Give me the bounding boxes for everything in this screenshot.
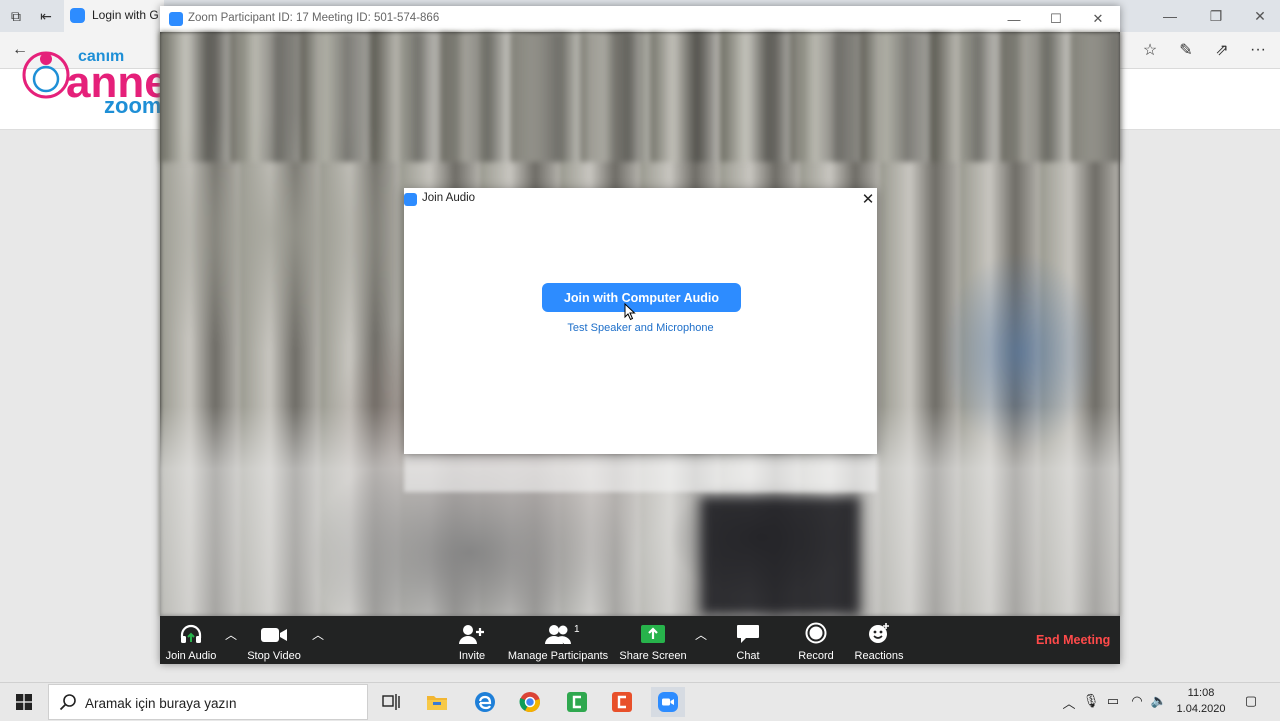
invite-label: Invite <box>458 650 486 662</box>
microphone-icon[interactable]: 🎙 <box>1082 693 1100 709</box>
share-screen-button[interactable]: Share Screen <box>619 616 687 664</box>
join-audio-button[interactable]: Join Audio <box>164 616 218 664</box>
zoom-close-button[interactable]: ✕ <box>1076 7 1120 31</box>
test-speaker-link-text[interactable]: Test Speaker and Microphone <box>567 322 713 334</box>
record-button[interactable]: Record <box>794 616 838 664</box>
invite-button[interactable]: Invite <box>450 616 494 664</box>
tabs-aside-icon[interactable]: ⇤ <box>36 6 56 26</box>
clock-date[interactable]: 1.04.2020 <box>1176 703 1226 715</box>
zoom-title-bar: Zoom Participant ID: 17 Meeting ID: 501-… <box>160 6 1120 32</box>
share-icon[interactable]: ⇗ <box>1210 38 1234 62</box>
tab-actions-icon[interactable]: ⧉ <box>6 6 26 26</box>
manage-participants-button[interactable]: Manage Participants <box>506 616 610 664</box>
headphones-icon <box>179 622 203 644</box>
chrome-browser-icon[interactable] <box>515 687 545 717</box>
video-background-object <box>700 496 860 616</box>
search-icon <box>59 694 76 711</box>
browser-close-button[interactable]: ✕ <box>1240 4 1280 28</box>
participants-count-badge: 1 <box>574 624 580 635</box>
join-audio-dialog: Join Audio ✕ Join with Computer Audio Te… <box>404 188 877 454</box>
search-placeholder: Aramak için buraya yazın <box>85 696 237 711</box>
share-screen-icon <box>640 622 666 644</box>
reactions-label: Reactions <box>854 650 904 662</box>
dialog-close-icon[interactable]: ✕ <box>860 190 876 208</box>
logo-text-sub: zoom <box>104 93 161 115</box>
show-hidden-icons-icon[interactable]: ︿ <box>1060 693 1078 712</box>
add-person-icon <box>459 622 485 644</box>
zoom-maximize-button[interactable]: ☐ <box>1034 7 1078 31</box>
zoom-taskbar-icon[interactable] <box>651 687 685 717</box>
camtasia-green-icon[interactable] <box>562 687 592 717</box>
record-icon <box>805 622 827 644</box>
favorites-icon[interactable]: ☆ <box>1138 38 1162 62</box>
record-label: Record <box>798 650 834 662</box>
end-meeting-button[interactable]: End Meeting <box>1036 633 1110 647</box>
mouse-cursor-icon <box>624 303 636 321</box>
zoom-app-icon <box>169 12 183 26</box>
video-options-caret-icon[interactable]: ︿ <box>310 626 326 643</box>
chat-label: Chat <box>736 650 760 662</box>
clock-time[interactable]: 11:08 <box>1176 687 1226 699</box>
share-screen-label: Share Screen <box>619 650 687 662</box>
camtasia-orange-icon[interactable] <box>607 687 637 717</box>
chat-button[interactable]: Chat <box>728 616 768 664</box>
join-computer-audio-button[interactable]: Join with Computer Audio <box>542 283 741 312</box>
file-explorer-icon[interactable] <box>422 687 452 717</box>
audio-options-caret-icon[interactable]: ︿ <box>223 626 239 643</box>
dialog-title: Join Audio <box>422 192 476 204</box>
test-speaker-link: Test Speaker and Microphone <box>404 322 877 334</box>
zoom-minimize-button[interactable]: — <box>992 7 1036 31</box>
video-camera-icon <box>260 622 288 644</box>
pen-icon[interactable]: ✎ <box>1174 38 1198 62</box>
volume-icon[interactable]: 🔈 <box>1150 693 1168 709</box>
browser-tab[interactable]: Login with G <box>64 0 164 32</box>
chat-bubble-icon <box>736 622 760 644</box>
more-icon[interactable]: ··· <box>1246 38 1270 62</box>
manage-participants-label: Manage Participants <box>507 650 609 662</box>
share-options-caret-icon[interactable]: ︿ <box>693 626 709 643</box>
edge-browser-icon[interactable] <box>470 687 500 717</box>
video-background-shelves <box>160 32 1120 162</box>
task-view-icon[interactable] <box>376 687 406 717</box>
meeting-toolbar: Join Audio ︿ Stop Video ︿ Invite Manage … <box>160 616 1120 664</box>
stop-video-button[interactable]: Stop Video <box>244 616 304 664</box>
zoom-favicon-icon <box>70 8 85 23</box>
stop-video-label: Stop Video <box>247 650 301 662</box>
browser-minimize-button[interactable]: — <box>1150 4 1190 28</box>
wifi-icon[interactable]: ◠ <box>1128 693 1146 709</box>
windows-taskbar: Aramak için buraya yazın ︿ 🎙 ▭ ◠ 🔈 11:08… <box>0 682 1280 721</box>
notifications-icon[interactable]: ▢ <box>1242 693 1260 709</box>
zoom-dialog-icon <box>404 193 417 206</box>
browser-restore-button[interactable]: ❐ <box>1196 4 1236 28</box>
join-audio-label: Join Audio <box>165 650 217 662</box>
taskbar-search-input[interactable]: Aramak için buraya yazın <box>48 684 368 720</box>
zoom-window-title: Zoom Participant ID: 17 Meeting ID: 501-… <box>188 12 440 24</box>
reactions-button[interactable]: Reactions <box>852 616 906 664</box>
windows-start-icon[interactable] <box>0 683 48 721</box>
browser-tab-title: Login with G <box>92 8 159 22</box>
participants-icon <box>544 622 572 644</box>
smiley-icon <box>868 622 890 644</box>
dialog-shadow <box>404 454 877 492</box>
battery-icon[interactable]: ▭ <box>1104 693 1122 709</box>
